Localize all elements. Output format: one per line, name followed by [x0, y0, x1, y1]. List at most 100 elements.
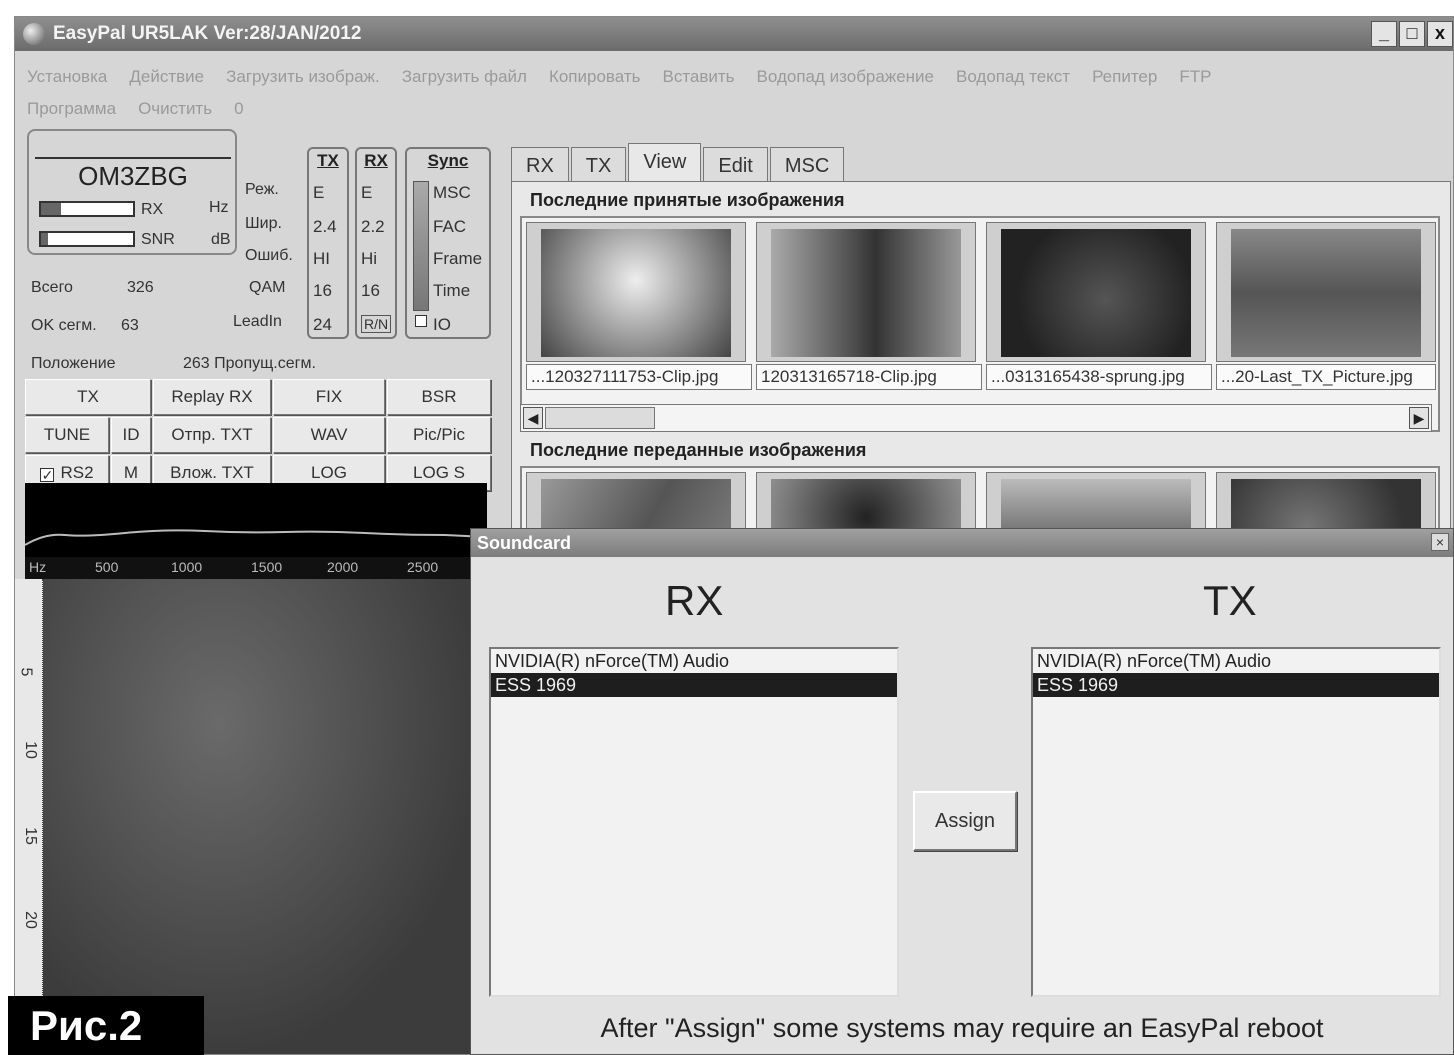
app-icon: [23, 23, 45, 45]
bsr-button[interactable]: BSR: [387, 379, 491, 415]
rx-column: RX E 2.2 Hi 16 R/N: [355, 147, 397, 339]
tab-edit[interactable]: Edit: [703, 147, 768, 183]
tab-rx[interactable]: RX: [511, 147, 569, 183]
fix-button[interactable]: FIX: [273, 379, 385, 415]
soundcard-dialog: Soundcard × RX TX NVIDIA(R) nForce(TM) A…: [470, 528, 1454, 1055]
tx-qam: 16: [313, 281, 332, 300]
received-images-heading: Последние принятые изображения: [530, 190, 845, 210]
menu-about[interactable]: 0: [234, 99, 243, 119]
tab-tx[interactable]: TX: [570, 147, 627, 183]
waterfall-tick: 20: [21, 911, 39, 929]
close-button[interactable]: x: [1427, 21, 1453, 47]
received-caption: ...20-Last_TX_Picture.jpg: [1216, 364, 1436, 390]
spectrum-tick: 2000: [327, 559, 359, 575]
rx-device-list[interactable]: NVIDIA(R) nForce(TM) Audio ESS 1969: [489, 647, 899, 997]
tx-device-item-selected[interactable]: ESS 1969: [1033, 673, 1439, 697]
dialog-title: Soundcard: [471, 529, 1453, 557]
sync-msc: MSC: [433, 183, 471, 202]
rx-device-item[interactable]: NVIDIA(R) nForce(TM) Audio: [491, 649, 897, 673]
spectrum-display: Hz 500 1000 1500 2000 2500: [25, 483, 487, 579]
rx-rn-button[interactable]: R/N: [361, 315, 392, 333]
snr-level-fill: [41, 233, 49, 245]
received-caption: 120313165718-Clip.jpg: [756, 364, 982, 390]
received-thumbnail[interactable]: [1216, 222, 1436, 362]
tx-device-list[interactable]: NVIDIA(R) nForce(TM) Audio ESS 1969: [1031, 647, 1441, 997]
menu-waterfall-image[interactable]: Водопад изображение: [757, 67, 934, 87]
menu-clear[interactable]: Очистить: [138, 99, 212, 119]
spectrum-tick: 500: [95, 559, 119, 575]
snr-meter-label: SNR: [141, 231, 175, 248]
tx-leadin: 24: [313, 315, 332, 334]
menu-ftp[interactable]: FTP: [1179, 67, 1211, 87]
ok-segments-value: 63: [121, 317, 139, 334]
menu-paste[interactable]: Вставить: [662, 67, 734, 87]
tab-view[interactable]: View: [628, 143, 702, 183]
figure-label: Рис.2: [8, 996, 204, 1055]
scroll-left-icon[interactable]: ◀: [523, 407, 543, 429]
menu-copy[interactable]: Копировать: [549, 67, 641, 87]
waterfall-tick: 10: [21, 741, 39, 759]
rx-qam: 16: [361, 281, 380, 300]
dialog-close-icon[interactable]: ×: [1431, 533, 1449, 551]
sync-frame: Frame: [433, 249, 483, 268]
tx-error: HI: [313, 249, 330, 268]
replay-rx-button[interactable]: Replay RX: [153, 379, 271, 415]
tx-device-item[interactable]: NVIDIA(R) nForce(TM) Audio: [1033, 649, 1439, 673]
wav-button[interactable]: WAV: [273, 417, 385, 453]
scroll-thumb[interactable]: [545, 407, 655, 429]
waterfall-display[interactable]: [43, 579, 483, 1054]
sync-column: Sync MSC FAC Frame Time IO: [405, 147, 491, 339]
snr-unit: dB: [211, 231, 231, 248]
tab-strip: RX TX View Edit MSC: [511, 143, 846, 183]
tx-bandwidth: 2.4: [313, 217, 337, 236]
spectrum-tick: 1500: [251, 559, 283, 575]
assign-button[interactable]: Assign: [913, 791, 1017, 851]
position-label: Положение: [31, 355, 116, 372]
rx-column-head: RX: [364, 151, 388, 170]
menu-repeater[interactable]: Репитер: [1092, 67, 1157, 87]
pic-pic-button[interactable]: Pic/Pic: [387, 417, 491, 453]
tune-button[interactable]: TUNE: [25, 417, 109, 453]
minimize-button[interactable]: _: [1371, 21, 1397, 47]
sent-images-heading: Последние переданные изображения: [530, 440, 867, 460]
menu-bar: Установка Действие Загрузить изображ. За…: [15, 53, 1453, 125]
menu-program[interactable]: Программа: [27, 99, 116, 119]
qam-label: QAM: [249, 279, 286, 296]
received-scrollbar[interactable]: ◀ ▶: [520, 404, 1432, 432]
maximize-button[interactable]: □: [1399, 21, 1425, 47]
menu-load-image[interactable]: Загрузить изображ.: [226, 67, 380, 87]
skipped-segments: 263 Пропущ.сегм.: [183, 355, 316, 372]
reboot-note: After "Assign" some systems may require …: [600, 1013, 1324, 1043]
rs2-label: RS2: [60, 463, 94, 482]
rx-device-item-selected[interactable]: ESS 1969: [491, 673, 897, 697]
rx-bandwidth: 2.2: [361, 217, 385, 236]
checkmark-icon: ✓: [40, 467, 55, 483]
leadin-label: LeadIn: [233, 313, 282, 330]
spectrum-tick-hz: Hz: [29, 559, 47, 575]
callsign-box: OM3ZBG RX Hz SNR dB: [27, 129, 237, 255]
id-button[interactable]: ID: [111, 417, 151, 453]
received-thumbnail[interactable]: [756, 222, 976, 362]
spectrum-tick: 1000: [171, 559, 203, 575]
io-checkbox[interactable]: [415, 315, 427, 327]
mode-label: Реж.: [245, 181, 279, 198]
menu-action[interactable]: Действие: [129, 67, 204, 87]
received-thumbnail[interactable]: [986, 222, 1206, 362]
menu-load-file[interactable]: Загрузить файл: [402, 67, 527, 87]
tx-button[interactable]: TX: [25, 379, 151, 415]
menu-waterfall-text[interactable]: Водопад текст: [956, 67, 1070, 87]
received-thumbnail[interactable]: [526, 222, 746, 362]
tab-msc[interactable]: MSC: [769, 147, 845, 183]
rx-level-meter: [39, 201, 135, 217]
menu-setup[interactable]: Установка: [27, 67, 107, 87]
sync-time: Time: [433, 281, 471, 300]
waterfall-tick: 15: [21, 827, 39, 845]
scroll-right-icon[interactable]: ▶: [1409, 407, 1429, 429]
rx-mode: E: [361, 183, 373, 202]
tx-column-head: TX: [317, 151, 339, 170]
tx-device-heading: TX: [1203, 577, 1257, 624]
person-photo: [771, 229, 961, 357]
bandwidth-label: Шир.: [245, 215, 282, 232]
send-txt-button[interactable]: Отпр. TXT: [153, 417, 271, 453]
sync-fac: FAC: [433, 217, 467, 236]
